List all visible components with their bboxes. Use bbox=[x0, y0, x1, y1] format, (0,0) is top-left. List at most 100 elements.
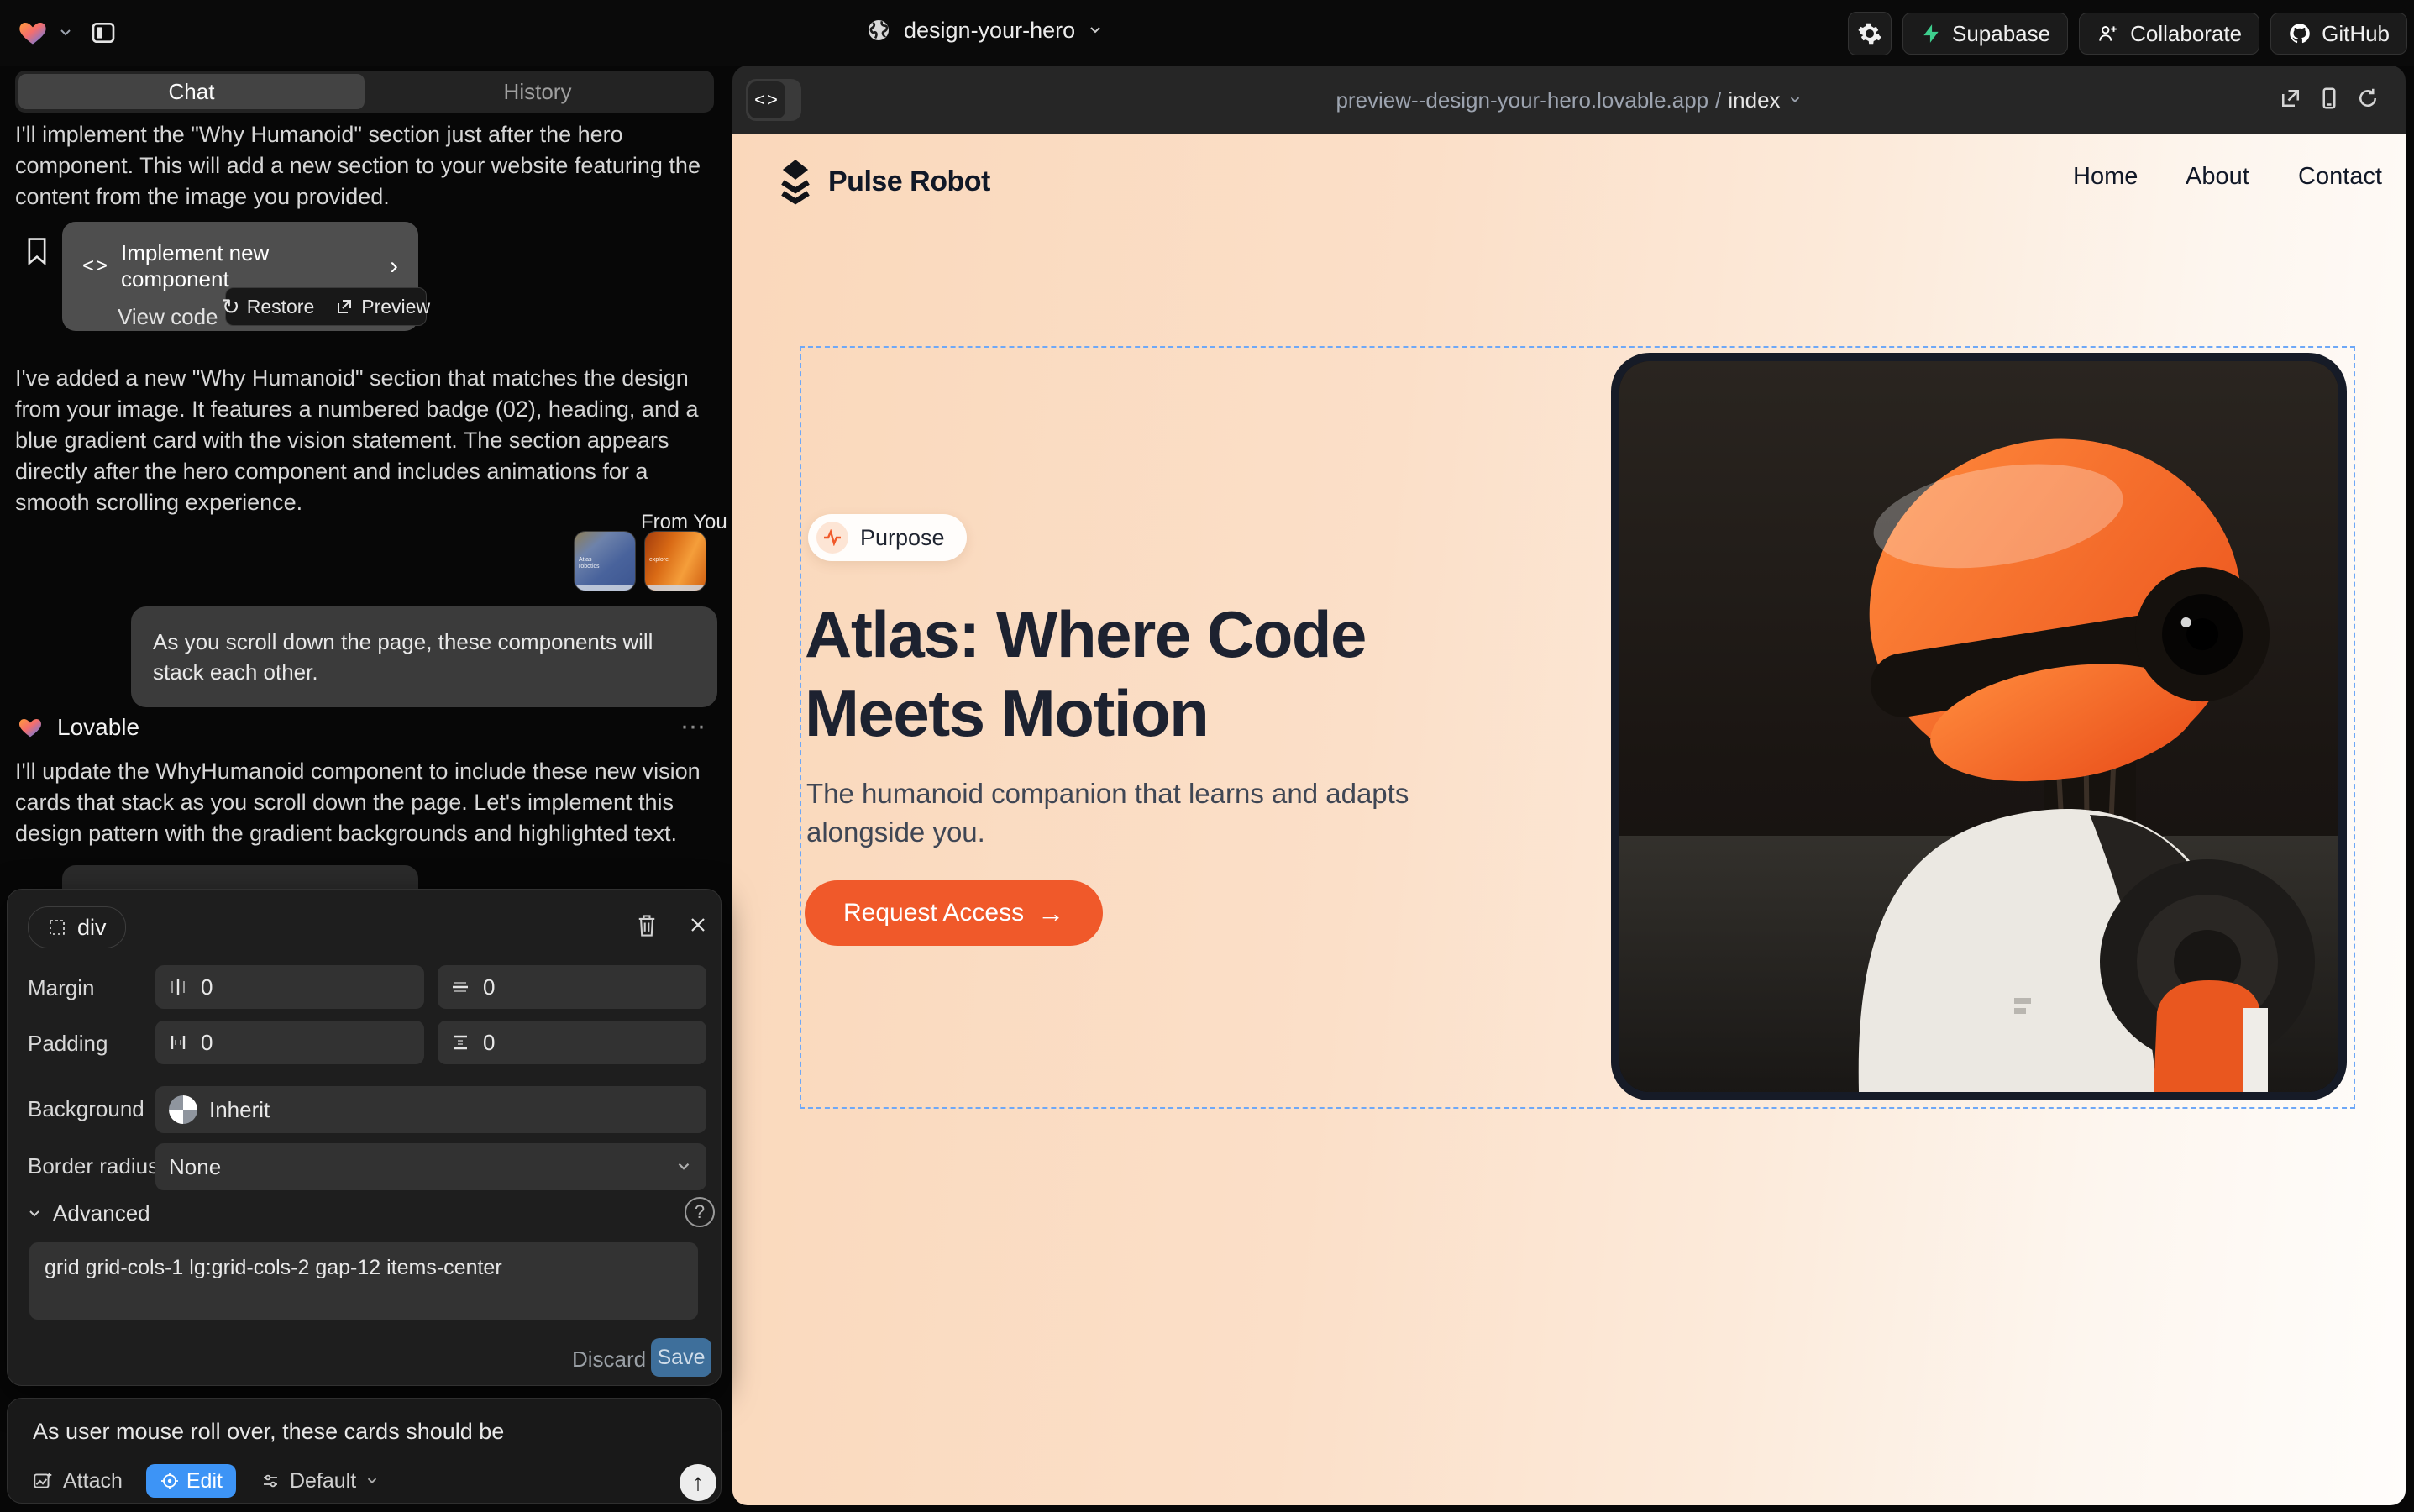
close-inspector-button[interactable] bbox=[688, 915, 708, 935]
lovable-logo-icon[interactable] bbox=[17, 18, 49, 48]
selected-element-chip[interactable]: div bbox=[28, 906, 126, 948]
edit-mode-button[interactable]: Edit bbox=[146, 1464, 236, 1498]
sliders-icon bbox=[260, 1471, 281, 1491]
send-button[interactable]: ↑ bbox=[680, 1464, 716, 1501]
lovable-avatar-icon bbox=[17, 715, 44, 740]
attachment-thumbnail-blue[interactable]: Atlasrobotics bbox=[574, 531, 636, 591]
purpose-badge: Purpose bbox=[808, 514, 967, 561]
model-selector[interactable]: Default bbox=[260, 1469, 380, 1494]
site-brand-name: Pulse Robot bbox=[828, 165, 990, 198]
project-chevron-icon bbox=[1087, 22, 1104, 39]
background-label: Background bbox=[28, 1096, 144, 1122]
trash-icon bbox=[636, 913, 658, 938]
gear-icon bbox=[1857, 21, 1882, 46]
url-page: index bbox=[1728, 87, 1780, 113]
nav-about[interactable]: About bbox=[2186, 163, 2249, 191]
message-menu-button[interactable]: ⋯ bbox=[680, 712, 706, 742]
preview-button[interactable]: Preview bbox=[334, 296, 430, 318]
margin-y-input[interactable] bbox=[438, 965, 706, 1009]
close-icon bbox=[688, 915, 708, 935]
nav-contact[interactable]: Contact bbox=[2298, 163, 2382, 191]
project-globe-icon bbox=[865, 17, 892, 44]
collaborate-icon bbox=[2097, 23, 2120, 45]
border-radius-select[interactable]: None bbox=[155, 1143, 706, 1190]
color-swatch-icon bbox=[169, 1095, 197, 1124]
site-canvas: Pulse Robot Home About Contact Purpose A… bbox=[732, 134, 2406, 1505]
mobile-view-button[interactable] bbox=[2317, 86, 2345, 114]
collaborate-button[interactable]: Collaborate bbox=[2079, 13, 2259, 55]
request-access-button[interactable]: Request Access → bbox=[805, 880, 1103, 946]
chevron-down-icon bbox=[1787, 92, 1803, 108]
padding-label: Padding bbox=[28, 1031, 108, 1057]
preview-url-bar[interactable]: preview--design-your-hero.lovable.app / … bbox=[732, 66, 2406, 134]
tailwind-classes-textarea[interactable]: grid grid-cols-1 lg:grid-cols-2 gap-12 i… bbox=[29, 1242, 698, 1320]
supabase-button[interactable]: Supabase bbox=[1902, 13, 2068, 55]
discard-button[interactable]: Discard bbox=[572, 1347, 646, 1373]
attach-button[interactable]: Attach bbox=[31, 1469, 123, 1494]
chevron-down-icon bbox=[26, 1205, 43, 1222]
advanced-section-toggle[interactable]: Advanced bbox=[26, 1200, 150, 1226]
padding-y-input[interactable] bbox=[438, 1021, 706, 1064]
assistant-message-2: I've added a new "Why Humanoid" section … bbox=[15, 363, 711, 518]
assistant-message-3: I'll update the WhyHumanoid component to… bbox=[15, 756, 706, 849]
element-inspector-panel: div Margin Padding Background In bbox=[7, 889, 722, 1386]
site-logo[interactable]: Pulse Robot bbox=[776, 158, 990, 205]
project-name: design-your-hero bbox=[904, 18, 1075, 44]
border-radius-label: Border radius bbox=[28, 1153, 159, 1179]
settings-button[interactable] bbox=[1848, 12, 1892, 55]
chevron-down-icon bbox=[674, 1158, 693, 1176]
target-icon bbox=[160, 1471, 180, 1491]
assistant-name: Lovable bbox=[57, 714, 139, 741]
message-hover-actions: ↻ Restore Preview bbox=[225, 287, 427, 326]
user-message-bubble: As you scroll down the page, these compo… bbox=[131, 606, 717, 707]
restore-button[interactable]: ↻ Restore bbox=[222, 294, 314, 320]
bookmark-icon[interactable] bbox=[25, 237, 49, 265]
partially-hidden-card bbox=[62, 865, 418, 890]
margin-y-icon bbox=[451, 978, 470, 996]
delete-element-button[interactable] bbox=[636, 913, 658, 938]
padding-y-icon bbox=[451, 1033, 470, 1052]
save-button[interactable]: Save bbox=[651, 1338, 711, 1377]
dashed-selection-icon bbox=[47, 917, 67, 937]
hero-title: Atlas: Where Code Meets Motion bbox=[805, 595, 1544, 753]
background-input[interactable]: Inherit bbox=[155, 1086, 706, 1133]
url-host: preview--design-your-hero.lovable.app bbox=[1336, 87, 1708, 113]
code-icon: <> bbox=[82, 255, 109, 278]
chevron-down-icon bbox=[365, 1473, 380, 1488]
project-menu[interactable]: design-your-hero bbox=[865, 17, 1104, 44]
refresh-button[interactable] bbox=[2355, 86, 2384, 114]
pulse-icon bbox=[816, 522, 848, 554]
help-icon[interactable]: ? bbox=[685, 1197, 715, 1227]
assistant-message-1: I'll implement the "Why Humanoid" sectio… bbox=[15, 119, 706, 213]
external-link-icon bbox=[334, 297, 354, 317]
hero-subtitle: The humanoid companion that learns and a… bbox=[806, 774, 1436, 852]
workspace-chevron-icon[interactable] bbox=[57, 24, 74, 41]
phone-icon bbox=[2317, 86, 2342, 111]
attachment-thumbnail-orange[interactable]: explore bbox=[644, 531, 706, 591]
nav-home[interactable]: Home bbox=[2073, 163, 2138, 191]
hero-robot-image bbox=[1611, 353, 2347, 1100]
preview-toolbar: <> preview--design-your-hero.lovable.app… bbox=[732, 66, 2406, 134]
arrow-right-icon: → bbox=[1037, 898, 1064, 929]
external-link-icon bbox=[2278, 86, 2303, 111]
restore-icon: ↻ bbox=[222, 294, 240, 320]
tool-card-title: Implement new component bbox=[121, 240, 378, 292]
preview-panel: <> preview--design-your-hero.lovable.app… bbox=[732, 66, 2406, 1505]
margin-x-icon bbox=[169, 978, 187, 996]
attach-image-icon bbox=[31, 1470, 55, 1492]
tab-history[interactable]: History bbox=[365, 74, 711, 109]
app-window: design-your-hero Supabase Collaborate Gi… bbox=[0, 0, 2414, 1512]
sidebar-toggle-button[interactable] bbox=[82, 12, 124, 54]
arrow-up-icon: ↑ bbox=[692, 1469, 704, 1496]
tab-chat[interactable]: Chat bbox=[18, 74, 365, 109]
top-bar: design-your-hero Supabase Collaborate Gi… bbox=[0, 0, 2414, 66]
chat-composer: As user mouse roll over, these cards sho… bbox=[7, 1398, 722, 1504]
github-icon bbox=[2288, 22, 2312, 45]
open-in-new-tab-button[interactable] bbox=[2278, 86, 2306, 114]
composer-input[interactable]: As user mouse roll over, these cards sho… bbox=[33, 1419, 504, 1445]
margin-x-input[interactable] bbox=[155, 965, 424, 1009]
padding-x-input[interactable] bbox=[155, 1021, 424, 1064]
chevron-right-icon: › bbox=[390, 252, 398, 281]
padding-x-icon bbox=[169, 1033, 187, 1052]
github-button[interactable]: GitHub bbox=[2270, 13, 2407, 55]
